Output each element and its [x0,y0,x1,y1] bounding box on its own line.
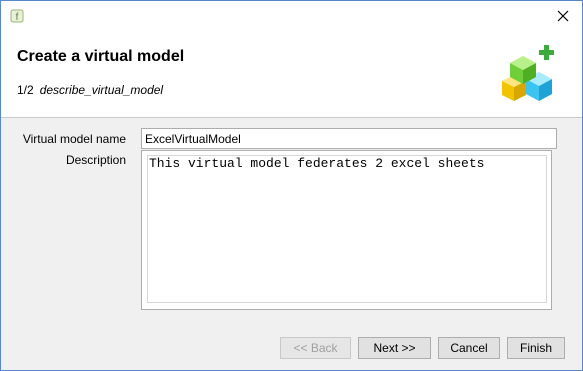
back-button[interactable]: << Back [280,337,351,359]
dialog-window: f Create a virtual model 1/2 describe_vir… [0,0,583,371]
svg-text:f: f [16,12,19,23]
description-inner-border [147,155,547,303]
close-icon [557,10,569,22]
virtual-model-name-input[interactable] [141,128,557,149]
step-name: describe_virtual_model [39,83,164,97]
step-indicator: 1/2 describe_virtual_model [17,83,163,97]
wizard-header: Create a virtual model 1/2 describe_virtu… [1,31,582,118]
form-area: Virtual model name Description This virt… [1,118,582,318]
close-button[interactable] [550,5,576,27]
name-label: Virtual model name [22,132,126,146]
app-icon: f [10,9,24,23]
virtual-model-cubes-icon [496,41,562,107]
title-bar: f [1,1,582,31]
description-text: This virtual model federates 2 excel she… [149,156,485,171]
description-label: Description [65,153,126,167]
step-number: 1/2 [17,83,34,97]
cancel-button[interactable]: Cancel [438,337,500,359]
description-field[interactable]: This virtual model federates 2 excel she… [141,150,552,310]
page-title: Create a virtual model [17,48,185,65]
next-button[interactable]: Next >> [358,337,431,359]
finish-button[interactable]: Finish [507,337,565,359]
